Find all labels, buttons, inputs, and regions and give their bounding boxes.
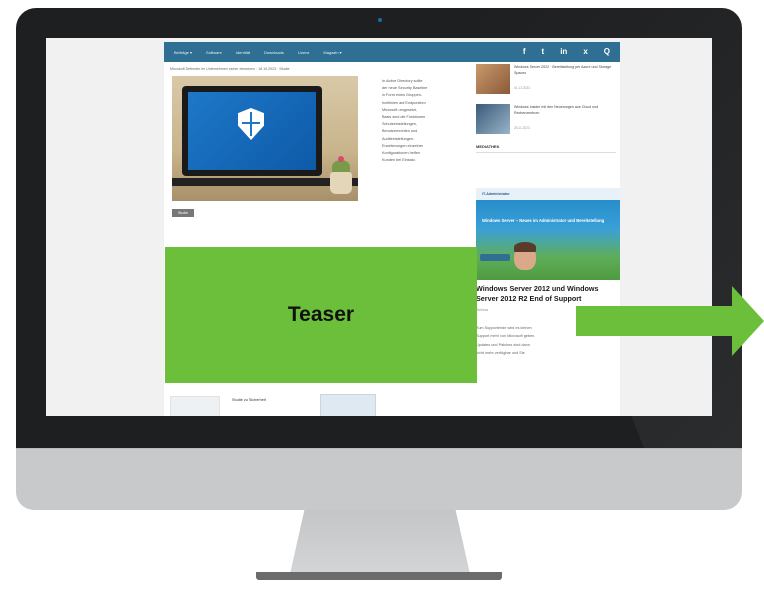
sidebar-blank-area: [472, 384, 620, 416]
nav-item-lizenz[interactable]: Lizenz: [298, 50, 310, 55]
article-line: richtlinien auf Endpunkten: [382, 100, 426, 105]
article-line: Schutzeinstellungen,: [382, 122, 418, 127]
monitor-stand-neck: [290, 510, 470, 574]
sidebar-article-title: Windows Insider mit den Neuerungen aus C…: [514, 105, 599, 115]
monitor-chin: [16, 448, 742, 510]
teaser-label: Teaser: [287, 303, 355, 326]
nav-item-beitraege[interactable]: Beiträge ▾: [174, 50, 192, 55]
shield-cross-horizontal: [242, 122, 260, 124]
article-line: Konfigurationen helfen: [382, 151, 420, 156]
plant-flower: [338, 156, 344, 162]
sidebar-body-line: Updates und Patches sind dann: [476, 342, 530, 347]
sidebar-body-line: nicht mehr verfügbar und Sie: [476, 351, 525, 356]
sidebar-thumbnail: [476, 64, 510, 94]
sidebar-article-1[interactable]: Windows Server 2022 · Bereitstellung per…: [472, 62, 620, 96]
article-line: Kunden bei Einsatz.: [382, 158, 416, 163]
monitor-mockup: Beiträge ▾ Software Identität Downloads …: [0, 0, 764, 589]
article-teaser-text: In Active Directory sollte der neue Secu…: [382, 78, 458, 164]
webcam-dot: [378, 18, 382, 22]
plant-pot: [330, 172, 352, 194]
article-line: Benutzerrechten und: [382, 129, 418, 134]
article-line: Auditeinstellungen.: [382, 136, 415, 141]
sidebar-article-title: Windows Server 2022 · Bereitstellung per…: [514, 65, 612, 75]
article-line: in Form eines Gruppen-: [382, 93, 423, 98]
sidebar-article-date: 28.11.2023: [514, 126, 530, 130]
speaker-hair: [514, 242, 536, 252]
article-line: Basis sind die Funktionen: [382, 115, 426, 120]
search-icon[interactable]: Q: [604, 48, 610, 56]
promo-text: Windows Server – Neues im Administrator …: [482, 218, 605, 223]
sidebar-promo-banner[interactable]: IT-Administrator Windows Server – Neues …: [476, 188, 620, 280]
social-links: f t in x Q: [523, 42, 610, 62]
nav-item-downloads[interactable]: Downloads: [264, 50, 284, 55]
nav-item-identitaet[interactable]: Identität: [236, 50, 250, 55]
lower-article-title[interactable]: Studie zu Sicherheit: [232, 398, 266, 402]
promo-logo: IT-Administrator: [482, 192, 510, 196]
article-line: der neue Security Baseline: [382, 86, 428, 91]
promo-cta-button[interactable]: [480, 254, 510, 261]
article-tag-badge[interactable]: Studie: [172, 209, 194, 217]
lower-article-thumbnail[interactable]: [170, 396, 220, 416]
shield-cross-vertical: [250, 112, 252, 136]
nav-menu: Beiträge ▾ Software Identität Downloads …: [164, 50, 342, 55]
article-line: Microsoft umgesetzt,: [382, 107, 418, 112]
article-line: Erweiterungen einzelner: [382, 143, 423, 148]
nav-item-software[interactable]: Software: [206, 50, 222, 55]
lower-article-thumbnail-2[interactable]: [320, 394, 376, 416]
sidebar-article-date: 01.12.2023: [514, 86, 530, 90]
arrow-right-icon: [732, 286, 764, 356]
article-hero-image[interactable]: [172, 76, 358, 201]
monitor-stand-base: [256, 572, 502, 580]
xing-icon[interactable]: x: [583, 48, 587, 56]
breadcrumb: Microsoft Defender im Unternehmen sicher…: [170, 67, 290, 71]
facebook-icon[interactable]: f: [523, 48, 526, 56]
sidebar-section-heading: MEDIATHEK: [476, 144, 500, 149]
sidebar-article-2[interactable]: Windows Insider mit den Neuerungen aus C…: [472, 102, 620, 136]
chin-divider: [16, 448, 742, 449]
teaser-callout: Teaser: [165, 247, 477, 383]
sidebar-subline: Webinar: [476, 308, 489, 312]
linkedin-icon[interactable]: in: [560, 48, 567, 56]
twitter-icon[interactable]: t: [542, 48, 545, 56]
sidebar: Windows Server 2022 · Bereitstellung per…: [472, 62, 620, 416]
site-navbar: Beiträge ▾ Software Identität Downloads …: [164, 42, 620, 62]
article-line: In Active Directory sollte: [382, 79, 423, 83]
sidebar-headline[interactable]: Windows Server 2012 und Windows Server 2…: [476, 284, 620, 304]
sidebar-divider: [476, 152, 616, 153]
arrow-shaft: [576, 306, 740, 336]
sidebar-thumbnail: [476, 104, 510, 134]
nav-item-magazin[interactable]: Magazin ▾: [323, 50, 341, 55]
